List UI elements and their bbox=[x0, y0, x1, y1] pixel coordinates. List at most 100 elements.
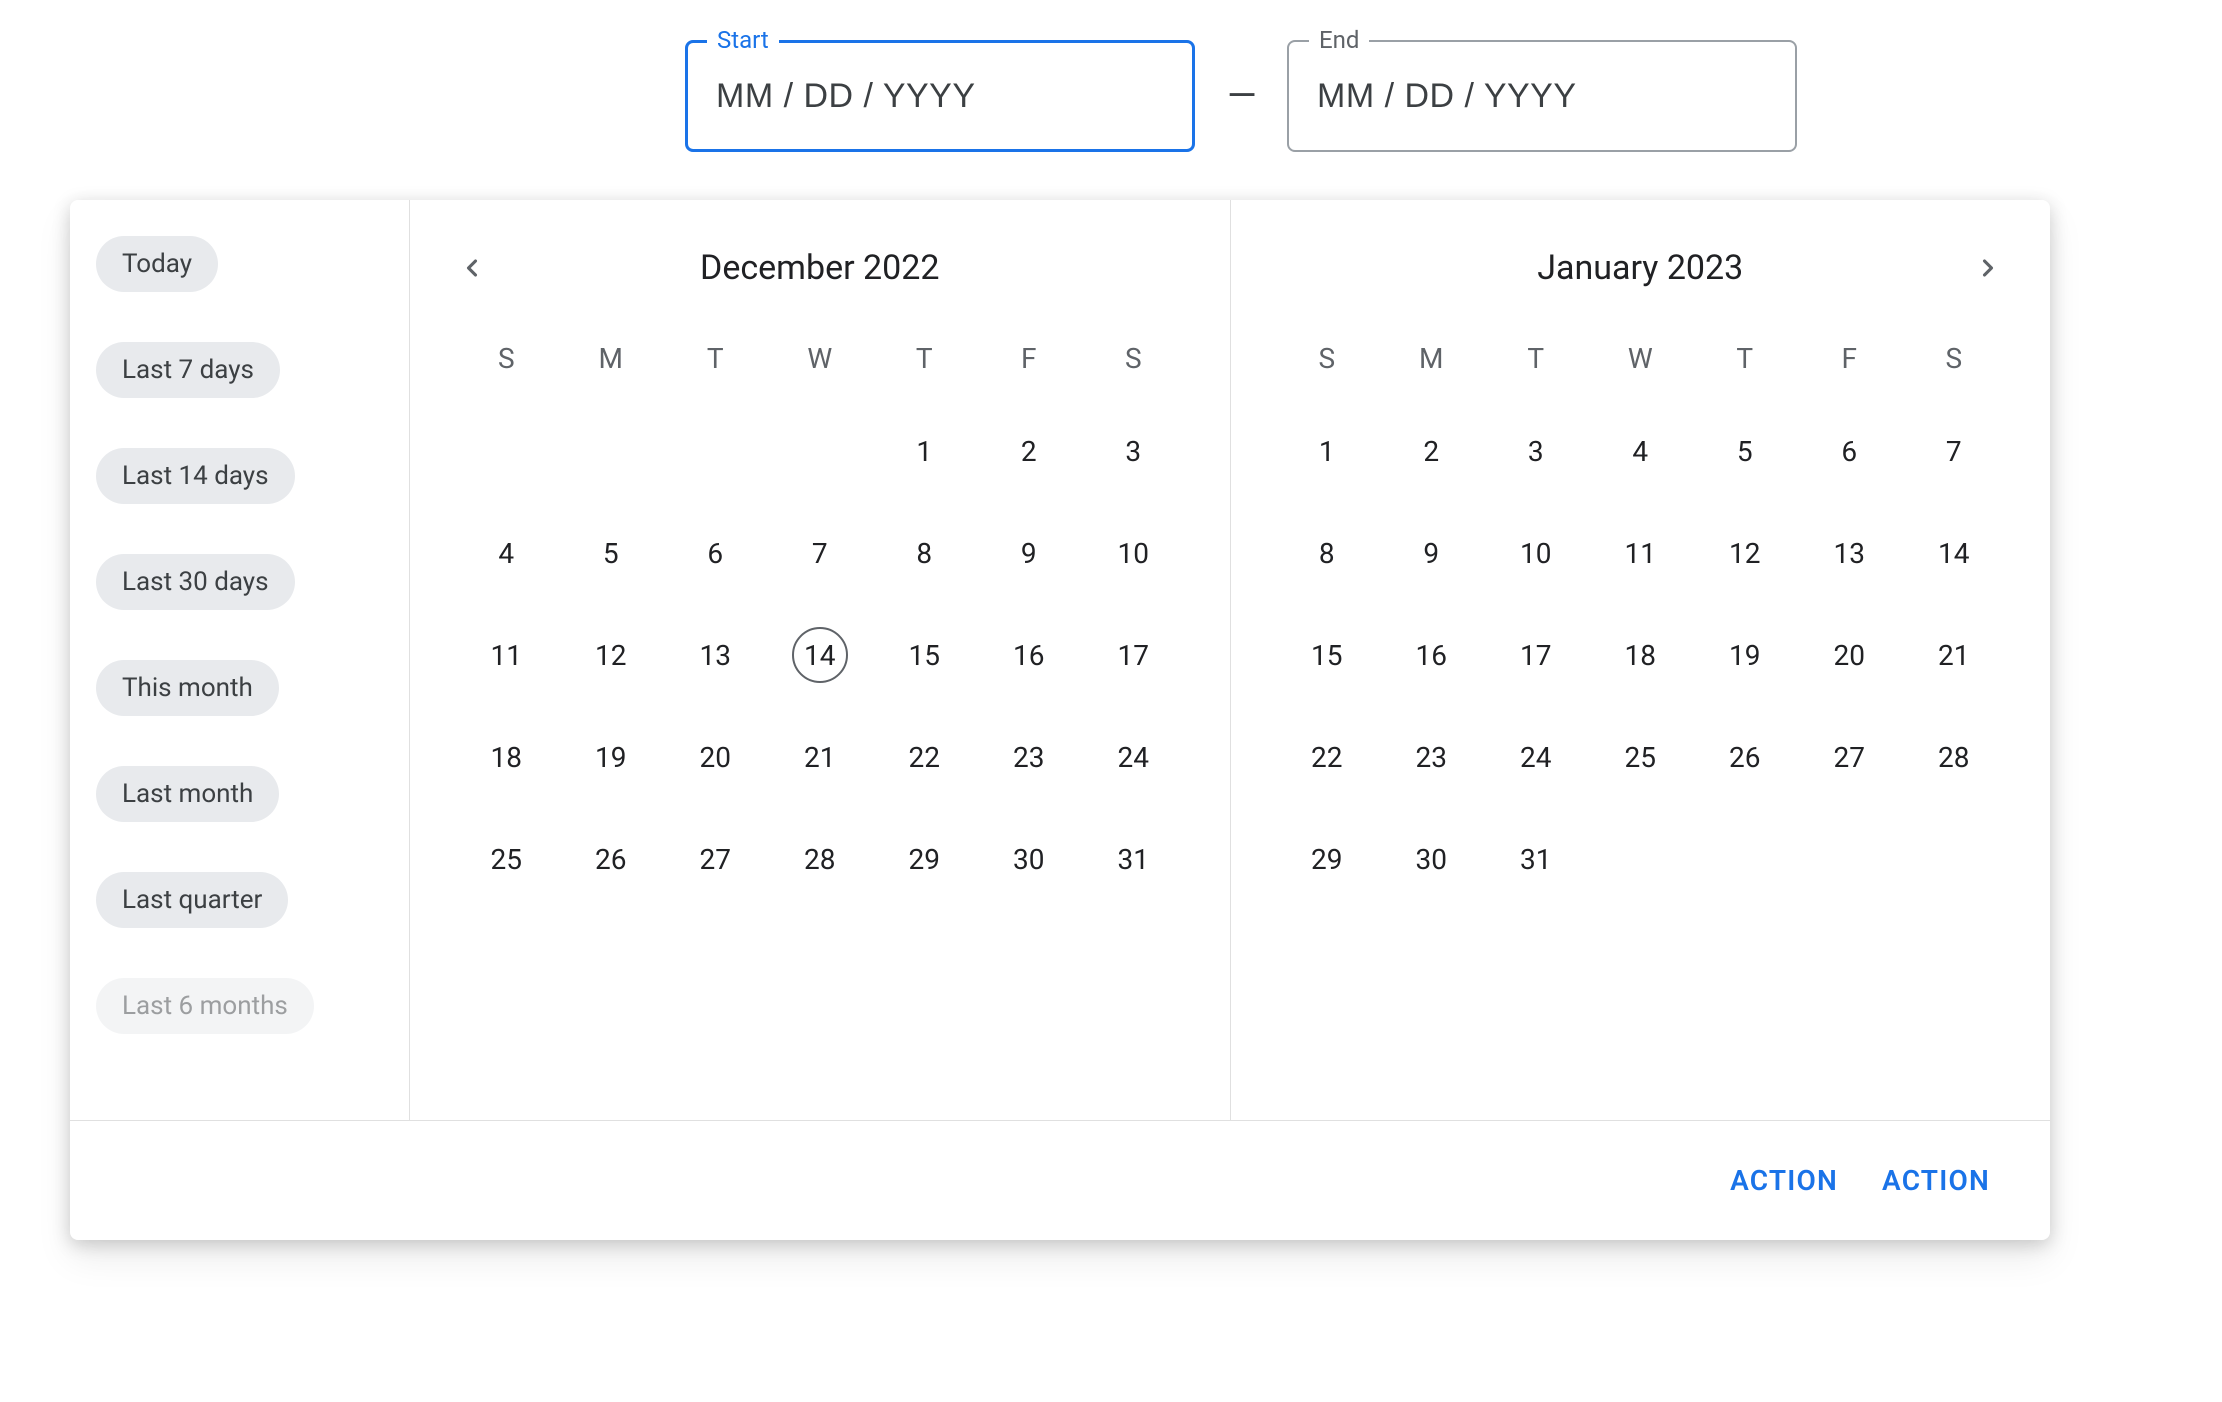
calendar-day[interactable]: 17 bbox=[1081, 624, 1186, 686]
weekday-header: S bbox=[454, 336, 559, 380]
calendar-day[interactable]: 18 bbox=[1588, 624, 1693, 686]
calendar-day[interactable]: 2 bbox=[977, 420, 1082, 482]
calendar-day[interactable]: 9 bbox=[977, 522, 1082, 584]
preset-chip[interactable]: Last 7 days bbox=[96, 342, 280, 398]
weekday-header: M bbox=[1379, 336, 1484, 380]
date-range-picker-panel: Today Last 7 days Last 14 days Last 30 days… bbox=[70, 200, 2050, 1240]
calendar-day[interactable]: 10 bbox=[1081, 522, 1186, 584]
calendar-day[interactable]: 25 bbox=[1588, 726, 1693, 788]
calendar-day[interactable]: 16 bbox=[1379, 624, 1484, 686]
calendar-day[interactable]: 12 bbox=[1693, 522, 1798, 584]
calendar-day[interactable]: 6 bbox=[1797, 420, 1902, 482]
calendar-day[interactable]: 27 bbox=[663, 828, 768, 890]
calendar-blank-cell bbox=[663, 420, 768, 482]
calendar-day[interactable]: 31 bbox=[1081, 828, 1186, 890]
calendar-day[interactable]: 15 bbox=[872, 624, 977, 686]
preset-chip[interactable]: Last month bbox=[96, 766, 279, 822]
end-date-label: End bbox=[1309, 26, 1369, 54]
calendar-day[interactable]: 26 bbox=[1693, 726, 1798, 788]
calendar-day[interactable]: 18 bbox=[454, 726, 559, 788]
calendar-day[interactable]: 13 bbox=[663, 624, 768, 686]
calendar-day[interactable]: 7 bbox=[768, 522, 873, 584]
calendar-day[interactable]: 22 bbox=[872, 726, 977, 788]
calendar-day[interactable]: 9 bbox=[1379, 522, 1484, 584]
calendar-day[interactable]: 10 bbox=[1484, 522, 1589, 584]
calendar-day[interactable]: 27 bbox=[1797, 726, 1902, 788]
weekday-header: T bbox=[1693, 336, 1798, 380]
calendar-day[interactable]: 3 bbox=[1484, 420, 1589, 482]
calendar-day[interactable]: 2 bbox=[1379, 420, 1484, 482]
calendar-months-container: December 2022SMTWTFS12345678910111213141… bbox=[410, 200, 2050, 1120]
month-title: January 2023 bbox=[1537, 248, 1743, 288]
calendar-day[interactable]: 30 bbox=[977, 828, 1082, 890]
calendar-day[interactable]: 3 bbox=[1081, 420, 1186, 482]
calendar-day[interactable]: 14 bbox=[1902, 522, 2007, 584]
calendar-day[interactable]: 8 bbox=[1275, 522, 1380, 584]
weekday-header: M bbox=[559, 336, 664, 380]
calendar-day[interactable]: 19 bbox=[1693, 624, 1798, 686]
calendar-day[interactable]: 12 bbox=[559, 624, 664, 686]
calendar-day[interactable]: 29 bbox=[1275, 828, 1380, 890]
calendar-day[interactable]: 24 bbox=[1484, 726, 1589, 788]
calendar-day[interactable]: 6 bbox=[663, 522, 768, 584]
calendar-day[interactable]: 28 bbox=[1902, 726, 2007, 788]
preset-ranges-sidebar: Today Last 7 days Last 14 days Last 30 days… bbox=[70, 200, 410, 1120]
calendar-day[interactable]: 23 bbox=[1379, 726, 1484, 788]
calendar-day[interactable]: 4 bbox=[1588, 420, 1693, 482]
preset-chip[interactable]: Last quarter bbox=[96, 872, 288, 928]
calendar-day[interactable]: 5 bbox=[1693, 420, 1798, 482]
weekday-header: F bbox=[977, 336, 1082, 380]
calendar-day[interactable]: 22 bbox=[1275, 726, 1380, 788]
calendar-day[interactable]: 11 bbox=[454, 624, 559, 686]
calendar-grid: SMTWTFS123456789101112131415161718192021… bbox=[454, 336, 1186, 890]
calendar-day[interactable]: 20 bbox=[663, 726, 768, 788]
weekday-header: F bbox=[1797, 336, 1902, 380]
end-date-field-wrap: End bbox=[1287, 40, 1797, 152]
secondary-action-button[interactable]: Action bbox=[1730, 1164, 1838, 1197]
calendar-day[interactable]: 25 bbox=[454, 828, 559, 890]
calendar-day[interactable]: 1 bbox=[872, 420, 977, 482]
calendar-day[interactable]: 28 bbox=[768, 828, 873, 890]
calendar-day[interactable]: 31 bbox=[1484, 828, 1589, 890]
preset-chip[interactable]: Last 6 months bbox=[96, 978, 314, 1034]
calendar-day[interactable]: 14 bbox=[768, 624, 873, 686]
calendar-day[interactable]: 29 bbox=[872, 828, 977, 890]
calendar-day[interactable]: 13 bbox=[1797, 522, 1902, 584]
calendar-day[interactable]: 19 bbox=[559, 726, 664, 788]
calendar-day[interactable]: 20 bbox=[1797, 624, 1902, 686]
prev-month-button[interactable] bbox=[450, 246, 494, 290]
calendar-day[interactable]: 30 bbox=[1379, 828, 1484, 890]
end-date-input[interactable] bbox=[1287, 40, 1797, 152]
calendar-day[interactable]: 17 bbox=[1484, 624, 1589, 686]
calendar-day[interactable]: 8 bbox=[872, 522, 977, 584]
calendar-day[interactable]: 5 bbox=[559, 522, 664, 584]
calendar-day[interactable]: 21 bbox=[1902, 624, 2007, 686]
calendar-day[interactable]: 15 bbox=[1275, 624, 1380, 686]
calendar-day[interactable]: 16 bbox=[977, 624, 1082, 686]
preset-chip[interactable]: Last 30 days bbox=[96, 554, 295, 610]
primary-action-button[interactable]: Action bbox=[1882, 1164, 1990, 1197]
calendar-day[interactable]: 24 bbox=[1081, 726, 1186, 788]
calendar-day[interactable]: 21 bbox=[768, 726, 873, 788]
calendar-blank-cell bbox=[559, 420, 664, 482]
weekday-header: S bbox=[1275, 336, 1380, 380]
preset-chip[interactable]: Last 14 days bbox=[96, 448, 295, 504]
calendar-day[interactable]: 23 bbox=[977, 726, 1082, 788]
start-date-input[interactable] bbox=[685, 40, 1195, 152]
start-date-label: Start bbox=[707, 26, 779, 54]
calendar-day[interactable]: 4 bbox=[454, 522, 559, 584]
month-title: December 2022 bbox=[700, 248, 940, 288]
calendar-blank-cell bbox=[768, 420, 873, 482]
calendar-day[interactable]: 26 bbox=[559, 828, 664, 890]
preset-chip[interactable]: Today bbox=[96, 236, 218, 292]
weekday-header: T bbox=[1484, 336, 1589, 380]
calendar-grid: SMTWTFS123456789101112131415161718192021… bbox=[1275, 336, 2007, 890]
preset-chip[interactable]: This month bbox=[96, 660, 279, 716]
next-month-button[interactable] bbox=[1966, 246, 2010, 290]
calendar-day[interactable]: 7 bbox=[1902, 420, 2007, 482]
weekday-header: S bbox=[1081, 336, 1186, 380]
weekday-header: T bbox=[872, 336, 977, 380]
calendar-day[interactable]: 1 bbox=[1275, 420, 1380, 482]
weekday-header: T bbox=[663, 336, 768, 380]
calendar-day[interactable]: 11 bbox=[1588, 522, 1693, 584]
